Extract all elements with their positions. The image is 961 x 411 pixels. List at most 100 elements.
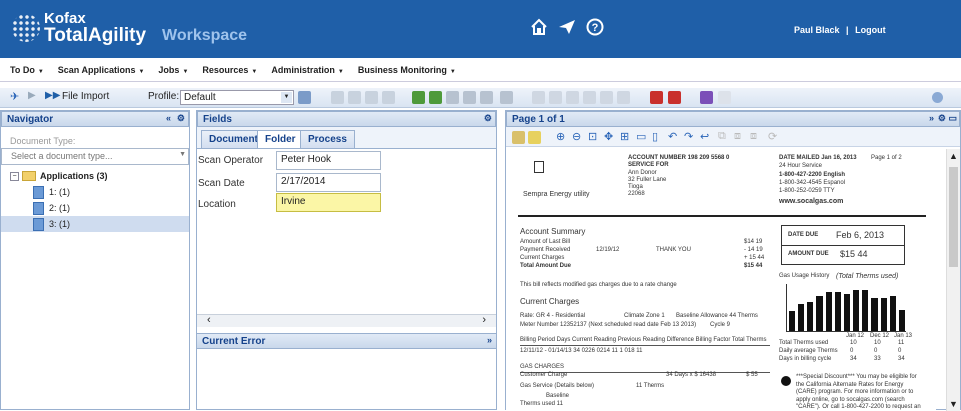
page-of: Page 1 of 2 xyxy=(871,155,902,161)
gear-icon[interactable]: ⚙ xyxy=(938,113,946,124)
tool-icon-11[interactable] xyxy=(566,91,579,104)
settings-icon[interactable] xyxy=(298,91,311,104)
sticky-icon[interactable] xyxy=(528,131,541,144)
tool-icon-3[interactable] xyxy=(365,91,378,104)
fit-width-icon[interactable]: ▭ xyxy=(636,130,646,143)
undo-icon[interactable]: ↩ xyxy=(700,130,709,143)
gear-icon[interactable]: ⚙ xyxy=(484,113,492,124)
separator: | xyxy=(846,25,849,35)
tool-icon-5[interactable] xyxy=(446,91,459,104)
tool-icon-6[interactable] xyxy=(463,91,476,104)
tool-icon-8[interactable] xyxy=(500,91,513,104)
tool-icon-2[interactable] xyxy=(348,91,361,104)
collapse-toggle-icon[interactable]: − xyxy=(10,171,19,181)
rotate-left-icon[interactable]: ↶ xyxy=(668,130,677,143)
doc-type-placeholder: Select a document type... xyxy=(11,151,113,161)
play-icon[interactable]: ▶ xyxy=(28,90,36,101)
tool-icon-12[interactable] xyxy=(583,91,596,104)
window-icon[interactable]: ▭ xyxy=(948,113,957,124)
tool-icon-15[interactable] xyxy=(718,91,731,104)
fields-title: Fields xyxy=(203,114,232,125)
pan-icon[interactable]: ✥ xyxy=(604,130,613,143)
zoom-out-icon[interactable]: ⊖ xyxy=(572,130,581,143)
export-icon-1[interactable] xyxy=(412,91,425,104)
date-due-label: DATE DUE xyxy=(788,232,819,238)
scroll-down-icon[interactable]: ▼ xyxy=(949,399,958,409)
scroll-up-icon[interactable]: ▲ xyxy=(949,151,958,161)
tree-item-2[interactable]: 2: (1) xyxy=(10,200,189,216)
zoom-in-icon[interactable]: ⊕ xyxy=(556,130,565,143)
tree-root[interactable]: − Applications (3) xyxy=(10,168,189,184)
note-icon[interactable] xyxy=(512,131,525,144)
customer-charge: Customer Charge xyxy=(520,372,568,378)
fit-page-icon[interactable]: ⊞ xyxy=(620,130,629,143)
profile-select[interactable]: Default ▼ xyxy=(180,90,294,105)
stat-val: 0 xyxy=(898,348,902,354)
scan-icon[interactable]: ✈ xyxy=(10,90,19,103)
file-import-button[interactable]: File Import xyxy=(62,91,109,102)
info-icon[interactable] xyxy=(932,92,943,103)
user-name[interactable]: Paul Black xyxy=(794,25,840,35)
therms-label: (Total Therms used) xyxy=(836,273,899,280)
menu-jobs[interactable]: Jobs ▼ xyxy=(158,65,188,75)
usage-bar xyxy=(889,295,896,331)
chevron-down-icon[interactable]: ▼ xyxy=(281,92,292,103)
scan-date-field[interactable]: 2/17/2014 xyxy=(276,173,381,192)
gear-icon[interactable]: ⚙ xyxy=(177,113,185,124)
tab-process[interactable]: Process xyxy=(300,130,355,148)
kofax-logo-icon xyxy=(12,14,40,42)
tool-icon-1[interactable] xyxy=(331,91,344,104)
location-field[interactable]: Irvine xyxy=(276,193,381,212)
menu-business-monitoring[interactable]: Business Monitoring ▼ xyxy=(358,65,456,75)
tool-icon-13[interactable] xyxy=(600,91,613,104)
refresh-icon[interactable]: ⟳ xyxy=(768,130,777,143)
navigator-header: Navigator « ⚙ xyxy=(1,111,189,127)
menu-todo[interactable]: To Do ▼ xyxy=(10,65,44,75)
scan-operator-field[interactable]: Peter Hook xyxy=(276,151,381,170)
flag-icon[interactable] xyxy=(700,91,713,104)
stat-val: 33 xyxy=(874,356,881,362)
split-icon[interactable]: ⧈ xyxy=(734,130,741,143)
vertical-scrollbar[interactable]: ▲ ▼ xyxy=(946,149,960,411)
menu-administration[interactable]: Administration ▼ xyxy=(271,65,343,75)
logout-link[interactable]: Logout xyxy=(855,25,886,35)
tool-icon-4[interactable] xyxy=(382,91,395,104)
tree-item-1[interactable]: 1: (1) xyxy=(10,184,189,200)
tree-item-3[interactable]: 3: (1) xyxy=(1,216,189,232)
tab-folder[interactable]: Folder xyxy=(257,130,304,148)
merge-icon[interactable]: ⧈ xyxy=(750,130,757,143)
help-icon[interactable]: ? xyxy=(586,18,604,41)
fields-header: Fields ⚙ xyxy=(197,111,496,127)
collapse-icon[interactable]: « xyxy=(166,113,171,123)
doc-type-select[interactable]: Select a document type... ▼ xyxy=(1,148,189,165)
expand-icon[interactable]: » xyxy=(487,335,492,345)
tag-icon-2[interactable] xyxy=(668,91,681,104)
copy-icon[interactable]: ⧉ xyxy=(718,130,726,143)
horizontal-scrollbar[interactable]: ‹ › xyxy=(197,314,496,327)
scroll-right-icon[interactable]: › xyxy=(482,314,486,326)
chevron-down-icon[interactable]: ▼ xyxy=(179,151,186,158)
document-icon xyxy=(33,185,44,199)
scroll-thumb[interactable] xyxy=(949,167,958,267)
document-page[interactable]: Sempra Energy utility ACCOUNT NUMBER 198… xyxy=(506,149,936,411)
scroll-left-icon[interactable]: ‹ xyxy=(207,314,211,326)
rotate-right-icon[interactable]: ↷ xyxy=(684,130,693,143)
zoom-area-icon[interactable]: ⊡ xyxy=(588,130,597,143)
fit-height-icon[interactable]: ▯ xyxy=(652,130,658,143)
fast-forward-icon[interactable]: ▶▶ xyxy=(45,90,60,101)
tag-icon-1[interactable] xyxy=(650,91,663,104)
tool-icon-9[interactable] xyxy=(532,91,545,104)
profile-value: Default xyxy=(184,92,216,103)
export-icon-2[interactable] xyxy=(429,91,442,104)
send-icon[interactable] xyxy=(557,18,577,41)
tool-icon-10[interactable] xyxy=(549,91,562,104)
stat-total-label: Total Therms used xyxy=(779,340,829,346)
home-icon[interactable] xyxy=(530,18,548,41)
tool-icon-7[interactable] xyxy=(480,91,493,104)
main-menu: To Do ▼ Scan Applications ▼ Jobs ▼ Resource… xyxy=(0,58,961,82)
expand-icon[interactable]: » xyxy=(929,113,934,123)
gas-flame-icon xyxy=(534,161,544,173)
menu-resources[interactable]: Resources ▼ xyxy=(202,65,257,75)
tool-icon-14[interactable] xyxy=(617,91,630,104)
menu-scan-applications[interactable]: Scan Applications ▼ xyxy=(58,65,145,75)
